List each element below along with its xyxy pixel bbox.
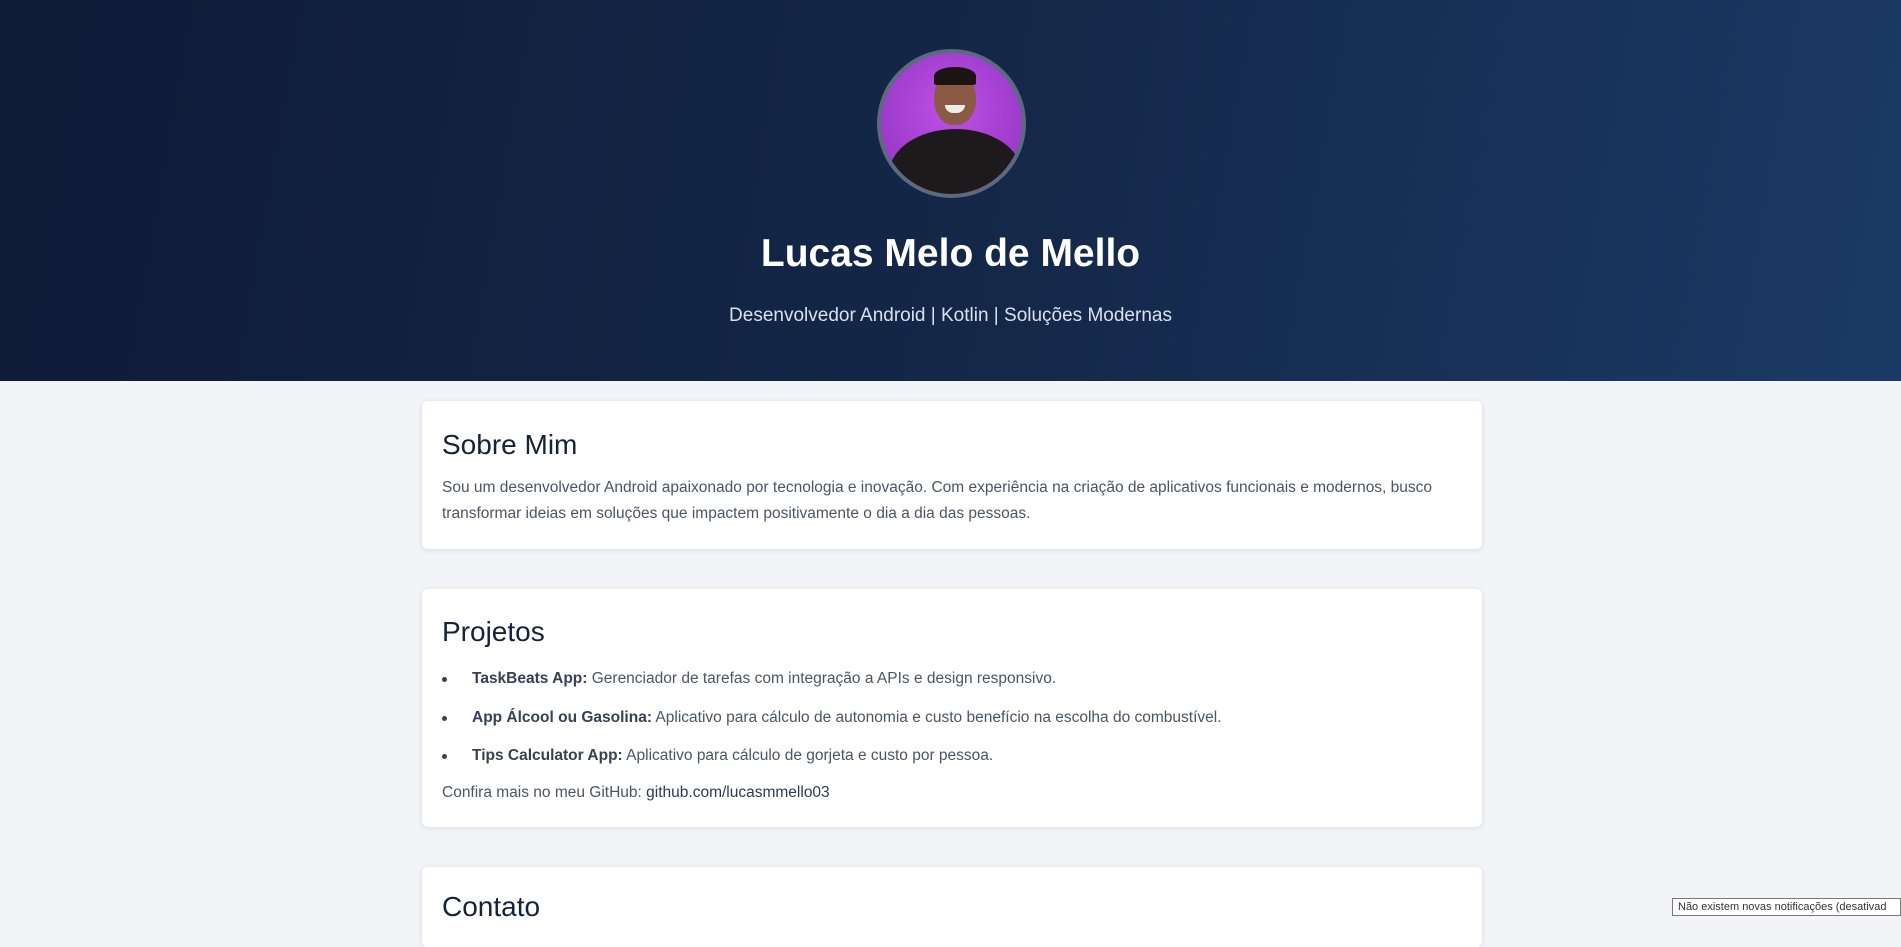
avatar-body [889, 129, 1022, 194]
project-description: Aplicativo para cálculo de autonomia e c… [651, 708, 1222, 726]
bullet-icon [442, 715, 447, 721]
project-description: Aplicativo para cálculo de gorjeta e cus… [622, 747, 994, 764]
projects-section: Projetos TaskBeats App: Gerenciador de t… [422, 589, 1482, 827]
bullet-icon [442, 677, 447, 682]
about-section: Sobre Mim Sou um desenvolvedor Android a… [422, 401, 1482, 549]
contact-title: Contato [442, 891, 541, 922]
project-item: Tips Calculator App: Aplicativo para cál… [442, 743, 1462, 782]
project-description: Gerenciador de tarefas com integração a … [587, 670, 1057, 687]
notification-tooltip: Não existem novas notificações (desativa… [1672, 898, 1901, 916]
github-more-line: Confira mais no meu GitHub: github.com/l… [442, 780, 830, 806]
hero-header: Lucas Melo de Mello Desenvolvedor Androi… [0, 0, 1901, 381]
github-link[interactable]: github.com/lucasmmello03 [646, 784, 830, 801]
project-name: Tips Calculator App: [472, 747, 623, 764]
profile-avatar [877, 49, 1026, 198]
about-text: Sou um desenvolvedor Android apaixonado … [442, 475, 1462, 527]
projects-list: TaskBeats App: Gerenciador de tarefas co… [442, 666, 1462, 782]
avatar-hair [934, 67, 976, 85]
project-name: TaskBeats App: [472, 670, 588, 687]
project-item: TaskBeats App: Gerenciador de tarefas co… [442, 666, 1462, 705]
project-item: App Álcool ou Gasolina: Aplicativo para … [442, 705, 1462, 744]
contact-section: Contato [422, 867, 1482, 947]
bullet-icon [442, 754, 447, 759]
about-title: Sobre Mim [442, 429, 578, 460]
projects-title: Projetos [442, 616, 545, 647]
github-prefix: Confira mais no meu GitHub: [442, 784, 647, 801]
profile-name: Lucas Melo de Mello [760, 232, 1141, 275]
profile-tagline: Desenvolvedor Android | Kotlin | Soluçõe… [729, 305, 1172, 326]
about-paragraph: Sou um desenvolvedor Android apaixonado … [442, 479, 1433, 522]
project-name: App Álcool ou Gasolina: [472, 708, 652, 726]
